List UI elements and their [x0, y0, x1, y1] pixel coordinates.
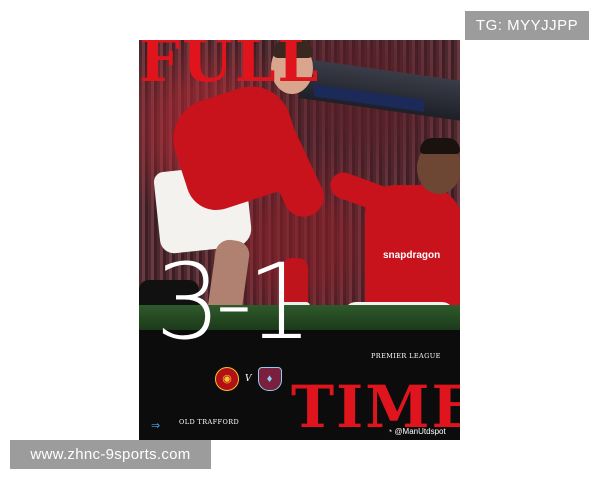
title-full: FULL — [139, 40, 321, 95]
telegram-watermark: TG: MYYJJPP — [465, 11, 589, 40]
competition-label: PREMIER LEAGUE — [371, 352, 441, 360]
venue-label: OLD TRAFFORD — [179, 418, 240, 426]
team-crests: ◉ V ♦ — [215, 367, 282, 391]
site-url-watermark: www.zhnc-9sports.com — [10, 440, 211, 469]
aston-villa-crest-icon: ♦ — [257, 367, 282, 391]
manchester-united-crest-icon: ◉ — [215, 367, 239, 391]
social-handle: ◔ @ManUtdspot — [387, 426, 446, 436]
exit-icon: ⇒ — [151, 420, 161, 432]
shirt-sponsor: snapdragon — [383, 250, 441, 261]
fulltime-poster-image: snapdragon FULL 3-1 PREMIER LEAGUE ◉ V ♦… — [139, 40, 460, 440]
player-right-hair — [420, 138, 460, 154]
match-score: 3-1 — [155, 241, 313, 363]
versus-label: V — [245, 374, 252, 384]
weibo-icon: ◔ — [387, 426, 393, 436]
social-handle-text: @ManUtdspot — [394, 426, 446, 436]
